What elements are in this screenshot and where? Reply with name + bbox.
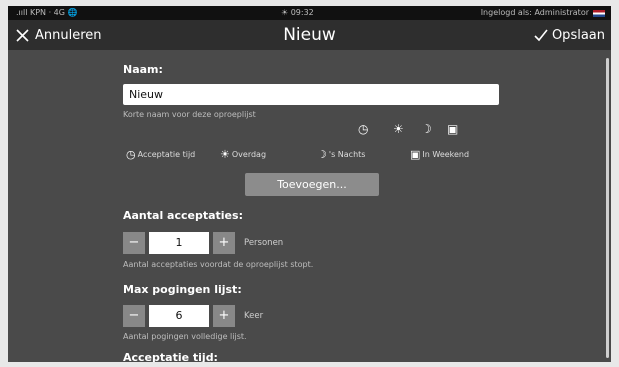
max-unit: Keer (244, 311, 264, 321)
max-stepper: − 6 + (123, 305, 236, 327)
legend-acceptance-label: Acceptatie tijd (137, 150, 196, 159)
status-bar: .ııll KPN · 4G 🌐 ☀ 09:32 Ingelogd als: A… (8, 6, 611, 20)
name-hint: Korte naam voor deze oproeplijst (123, 110, 256, 119)
max-decrement-button[interactable]: − (123, 305, 145, 327)
nl-flag-icon (593, 9, 605, 17)
scrollbar[interactable] (606, 58, 609, 358)
legend-night: ☽ 's Nachts (317, 148, 365, 161)
login-info: Ingelogd als: Administrator (481, 6, 605, 20)
name-input[interactable] (123, 84, 499, 105)
add-button[interactable]: Toevoegen... (245, 173, 379, 196)
carrier-text: .ııll KPN · 4G (16, 8, 65, 17)
count-label: Aantal acceptaties: (123, 209, 243, 222)
calendar-icon: ▣ (410, 148, 421, 161)
clock-icon: ◷ (126, 148, 136, 161)
login-text: Ingelogd als: Administrator (480, 8, 589, 17)
sun-icon: ☀ (281, 8, 289, 17)
time-text: 09:32 (290, 8, 314, 17)
legend-acceptance: ◷ Acceptatie tijd (126, 148, 195, 161)
legend-weekend-label: In Weekend (422, 150, 470, 159)
clock-icon[interactable]: ◷ (358, 122, 368, 136)
calendar-icon[interactable]: ▣ (447, 122, 458, 136)
count-value[interactable]: 1 (149, 232, 209, 254)
count-hint: Aantal acceptaties voordat de oproeplijs… (123, 260, 314, 269)
carrier-info: .ııll KPN · 4G 🌐 (16, 6, 77, 20)
sun-icon[interactable]: ☀ (393, 122, 404, 136)
legend-night-label: 's Nachts (328, 150, 366, 159)
app-screen: .ııll KPN · 4G 🌐 ☀ 09:32 Ingelogd als: A… (8, 6, 611, 362)
app-bar: Annuleren Nieuw Opslaan (8, 20, 611, 50)
legend-weekend: ▣ In Weekend (410, 148, 469, 161)
clock: ☀ 09:32 (281, 6, 314, 20)
max-increment-button[interactable]: + (213, 305, 235, 327)
count-decrement-button[interactable]: − (123, 232, 145, 254)
moon-icon[interactable]: ☽ (421, 122, 432, 136)
count-increment-button[interactable]: + (213, 232, 235, 254)
save-button[interactable]: Opslaan (534, 24, 605, 46)
count-stepper: − 1 + (123, 232, 236, 254)
legend-day: ☀ Overdag (220, 148, 266, 161)
legend-day-label: Overdag (231, 150, 267, 159)
max-hint: Aantal pogingen volledige lijst. (123, 332, 247, 341)
max-label: Max pogingen lijst: (123, 283, 242, 296)
name-label: Naam: (123, 63, 163, 76)
save-label: Opslaan (551, 27, 605, 43)
check-icon (534, 29, 548, 41)
max-value[interactable]: 6 (149, 305, 209, 327)
globe-icon: 🌐 (67, 8, 78, 17)
moon-icon: ☽ (317, 148, 327, 161)
page-title: Nieuw (283, 25, 336, 45)
acceptance-time-label: Acceptatie tijd: (123, 351, 218, 362)
sun-icon: ☀ (220, 148, 230, 161)
count-unit: Personen (244, 238, 284, 248)
